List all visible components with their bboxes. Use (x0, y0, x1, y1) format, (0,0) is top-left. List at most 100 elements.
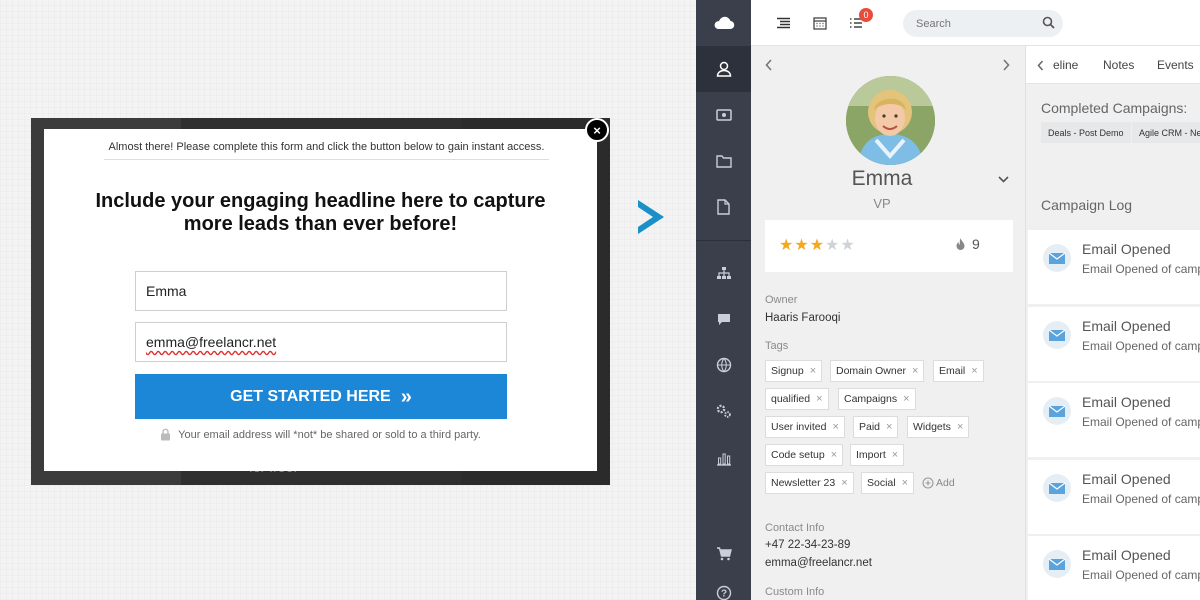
log-item[interactable]: Email Opened Email Opened of campaign (1028, 460, 1200, 534)
tag-chip[interactable]: Code setup × (765, 444, 844, 466)
timeline-panel: eline Notes Events Completed Campaigns: … (1026, 46, 1200, 600)
close-button[interactable]: × (585, 118, 609, 142)
tag-chip[interactable]: Campaigns × (838, 388, 916, 410)
remove-tag-icon[interactable]: × (912, 365, 918, 377)
chevron-left-icon[interactable] (1037, 60, 1044, 71)
campaign-chip[interactable]: Agile CRM - New (1132, 122, 1200, 143)
folder-icon[interactable] (696, 138, 751, 184)
tag-label: Widgets (913, 421, 951, 433)
document-icon[interactable] (696, 184, 751, 230)
tab-timeline[interactable]: eline (1053, 58, 1078, 72)
email-value[interactable]: emma@freelancr.net (765, 557, 872, 569)
next-contact-arrow[interactable] (1002, 58, 1010, 74)
tag-chip[interactable]: Domain Owner × (830, 360, 925, 382)
notification-badge: 0 (859, 8, 873, 22)
log-subtitle: Email Opened of campaign (1082, 262, 1200, 276)
star-icon[interactable]: ★ (794, 238, 808, 254)
envelope-icon (1043, 550, 1071, 578)
name-field[interactable]: Emma (135, 271, 507, 311)
remove-tag-icon[interactable]: × (903, 393, 909, 405)
chevron-down-icon[interactable] (998, 176, 1009, 183)
remove-tag-icon[interactable]: × (902, 477, 908, 489)
remove-tag-icon[interactable]: × (831, 449, 837, 461)
privacy-note: Your email address will *not* be shared … (84, 428, 557, 441)
tag-label: Code setup (771, 449, 825, 461)
tag-chip[interactable]: Social × (861, 472, 915, 494)
log-subtitle: Email Opened of campaign (1082, 492, 1200, 506)
tag-chip[interactable]: Paid × (853, 416, 899, 438)
tab-events[interactable]: Events (1157, 58, 1194, 72)
tag-chip[interactable]: qualified × (765, 388, 829, 410)
chevron-left-icon (765, 59, 772, 71)
settings-icon[interactable] (696, 388, 751, 434)
add-tag-label: Add (936, 477, 955, 489)
get-started-button[interactable]: GET STARTED HERE » (135, 374, 507, 419)
tag-label: Paid (859, 421, 881, 433)
phone-value[interactable]: +47 22-34-23-89 (765, 539, 850, 551)
tag-chip[interactable]: Email × (933, 360, 984, 382)
star-icon[interactable]: ★ (810, 238, 824, 254)
star-rating[interactable]: ★ ★ ★ ★ ★ (779, 238, 855, 254)
reports-icon[interactable] (696, 436, 751, 482)
chat-icon[interactable] (696, 296, 751, 342)
deals-icon[interactable] (696, 92, 751, 138)
globe-icon[interactable] (696, 342, 751, 388)
campaign-chip[interactable]: Deals - Post Demo (1041, 122, 1131, 143)
prev-contact-arrow[interactable] (765, 58, 773, 74)
landing-page-screenshot: for free! Almost there! Please complete … (31, 118, 610, 485)
add-tag-button[interactable]: Add (922, 477, 955, 489)
close-icon: × (593, 122, 601, 138)
owner-label: Owner (765, 294, 798, 306)
log-title: Email Opened (1082, 394, 1171, 410)
search-input[interactable] (903, 10, 1063, 37)
top-bar: 0 (751, 0, 1200, 46)
chevron-right-icon (1003, 59, 1010, 71)
star-icon[interactable]: ★ (840, 238, 854, 254)
remove-tag-icon[interactable]: × (816, 393, 822, 405)
envelope-icon (1043, 244, 1071, 272)
tag-chip[interactable]: User invited × (765, 416, 845, 438)
log-title: Email Opened (1082, 318, 1171, 334)
tag-chip[interactable]: Newsletter 23 × (765, 472, 854, 494)
search-icon[interactable] (1042, 16, 1055, 29)
fire-icon (956, 238, 965, 250)
calendar-icon[interactable] (809, 12, 831, 34)
envelope-icon (1043, 397, 1071, 425)
remove-tag-icon[interactable]: × (892, 449, 898, 461)
tag-label: Email (939, 365, 966, 377)
email-field[interactable]: emma@freelancr.net (135, 322, 507, 362)
timeline-tabs: eline Notes Events (1026, 46, 1200, 84)
remove-tag-icon[interactable]: × (810, 365, 816, 377)
contact-panel: Emma VP ★ ★ ★ ★ ★ 9 Owner Haaris Farooqi… (751, 46, 1026, 600)
help-icon[interactable]: ? (696, 570, 751, 600)
tag-label: Import (856, 449, 886, 461)
cloud-logo-icon[interactable] (696, 0, 751, 46)
name-field-value: Emma (146, 283, 187, 299)
log-item[interactable]: Email Opened Email Opened of campaign (1028, 230, 1200, 304)
get-started-label: GET STARTED HERE (230, 387, 391, 405)
completed-campaigns-title: Completed Campaigns: (1041, 100, 1188, 116)
log-item[interactable]: Email Opened Email Opened of campaign (1028, 536, 1200, 600)
remove-tag-icon[interactable]: × (841, 477, 847, 489)
plus-circle-icon (922, 477, 934, 489)
tag-chip[interactable]: Import × (850, 444, 905, 466)
log-subtitle: Email Opened of campaign (1082, 415, 1200, 429)
star-icon[interactable]: ★ (779, 238, 793, 254)
org-chart-icon[interactable] (696, 250, 751, 296)
custom-info-label: Custom Info (765, 586, 825, 598)
list-view-icon[interactable] (772, 12, 794, 34)
remove-tag-icon[interactable]: × (957, 421, 963, 433)
remove-tag-icon[interactable]: × (832, 421, 838, 433)
log-subtitle: Email Opened of campaign (1082, 339, 1200, 353)
tag-chip[interactable]: Widgets × (907, 416, 970, 438)
owner-value[interactable]: Haaris Farooqi (765, 312, 840, 324)
tab-notes[interactable]: Notes (1103, 58, 1134, 72)
contacts-icon[interactable] (696, 46, 751, 92)
remove-tag-icon[interactable]: × (971, 365, 977, 377)
star-icon[interactable]: ★ (825, 238, 839, 254)
remove-tag-icon[interactable]: × (886, 421, 892, 433)
log-item[interactable]: Email Opened Email Opened of campaign (1028, 307, 1200, 381)
tag-chip[interactable]: Signup × (765, 360, 823, 382)
tag-label: Campaigns (844, 393, 898, 405)
log-item[interactable]: Email Opened Email Opened of campaign (1028, 383, 1200, 457)
